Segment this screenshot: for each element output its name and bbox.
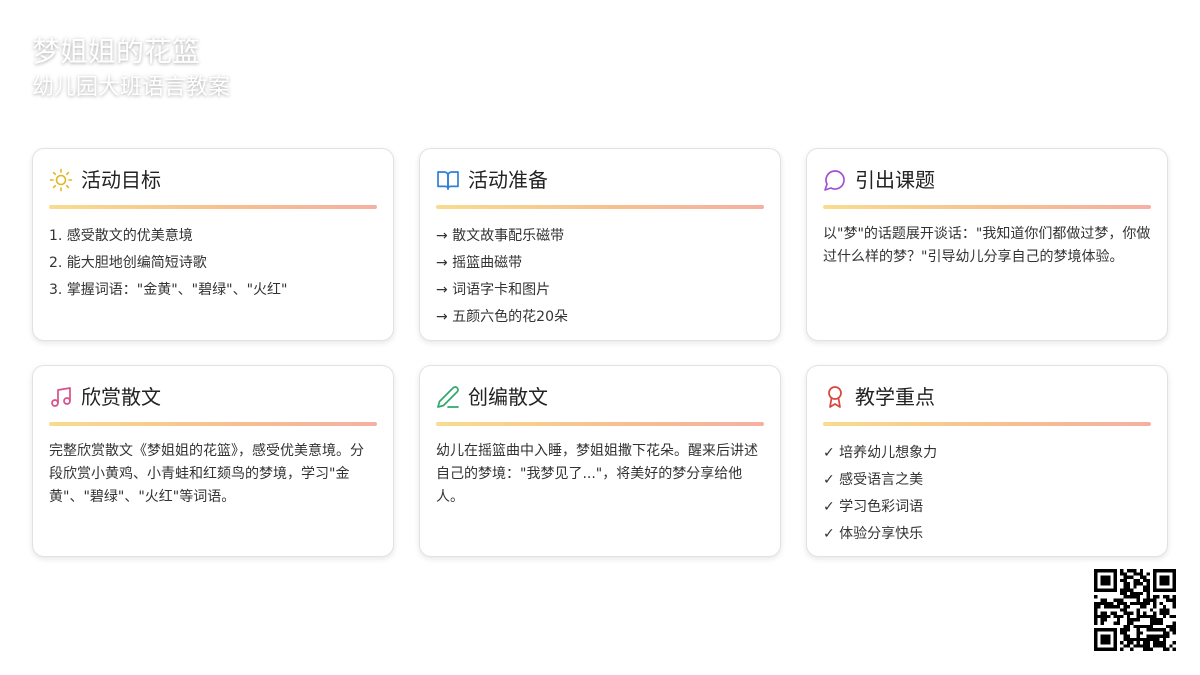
- list-item: ✓ 培养幼儿想象力: [823, 445, 938, 461]
- card-title: 欣赏散文: [81, 385, 161, 409]
- card-header: 活动准备: [436, 165, 764, 195]
- card-appreciate-prose: 欣赏散文 完整欣赏散文《梦姐姐的花篮》，感受优美意境。分段欣赏小黄鸡、小青蛙和红…: [32, 365, 394, 557]
- card-body-text: 完整欣赏散文《梦姐姐的花篮》，感受优美意境。分段欣赏小黄鸡、小青蛙和红颏鸟的梦境…: [49, 443, 364, 505]
- list-item: → 摇篮曲磁带: [436, 255, 523, 271]
- card-header: 欣赏散文: [49, 382, 377, 412]
- qr-code-image: [1094, 569, 1176, 651]
- card-divider: [436, 422, 764, 426]
- page-header: 梦姐姐的花篮 幼儿园大班语言教案: [32, 34, 230, 102]
- card-activity-preparation: 活动准备 → 散文故事配乐磁带 → 摇篮曲磁带 → 词语字卡和图片 → 五颜六色…: [419, 148, 781, 341]
- card-title: 活动准备: [468, 168, 548, 192]
- card-body-text: 幼儿在摇篮曲中入睡，梦姐姐撒下花朵。醒来后讲述自己的梦境："我梦见了..."，将…: [436, 443, 758, 505]
- card-title: 教学重点: [855, 385, 935, 409]
- card-divider: [436, 205, 764, 209]
- list-item: 2. 能大胆地创编简短诗歌: [49, 255, 207, 271]
- music-note-icon: [49, 385, 73, 409]
- card-title: 创编散文: [468, 385, 548, 409]
- list-item: → 五颜六色的花20朵: [436, 309, 568, 325]
- card-activity-goals: 活动目标 1. 感受散文的优美意境 2. 能大胆地创编简短诗歌 3. 掌握词语：…: [32, 148, 394, 341]
- card-header: 活动目标: [49, 165, 377, 195]
- card-title: 活动目标: [81, 168, 161, 192]
- pencil-icon: [436, 385, 460, 409]
- card-grid: 活动目标 1. 感受散文的优美意境 2. 能大胆地创编简短诗歌 3. 掌握词语：…: [32, 148, 1168, 557]
- list-item: ✓ 体验分享快乐: [823, 526, 924, 542]
- card-body: 1. 感受散文的优美意境 2. 能大胆地创编简短诗歌 3. 掌握词语："金黄"、…: [49, 223, 377, 304]
- card-teaching-focus: 教学重点 ✓ 培养幼儿想象力 ✓ 感受语言之美 ✓ 学习色彩词语 ✓ 体验分享快…: [806, 365, 1168, 557]
- list-item: 1. 感受散文的优美意境: [49, 228, 193, 244]
- open-book-icon: [436, 168, 460, 192]
- card-divider: [823, 205, 1151, 209]
- card-body: → 散文故事配乐磁带 → 摇篮曲磁带 → 词语字卡和图片 → 五颜六色的花20朵: [436, 223, 764, 331]
- card-body-text: 以"梦"的话题展开谈话："我知道你们都做过梦，你做过什么样的梦？"引导幼儿分享自…: [823, 226, 1151, 265]
- sun-icon: [49, 168, 73, 192]
- card-header: 教学重点: [823, 382, 1151, 412]
- card-title: 引出课题: [855, 168, 935, 192]
- list-item: 3. 掌握词语："金黄"、"碧绿"、"火红": [49, 282, 288, 298]
- card-divider: [49, 422, 377, 426]
- list-item: ✓ 学习色彩词语: [823, 499, 924, 515]
- chat-bubble-icon: [823, 168, 847, 192]
- card-divider: [49, 205, 377, 209]
- card-body: ✓ 培养幼儿想象力 ✓ 感受语言之美 ✓ 学习色彩词语 ✓ 体验分享快乐: [823, 440, 1151, 548]
- list-item: → 词语字卡和图片: [436, 282, 551, 298]
- list-item: → 散文故事配乐磁带: [436, 228, 565, 244]
- qr-code: [1087, 562, 1183, 658]
- card-header: 创编散文: [436, 382, 764, 412]
- award-ribbon-icon: [823, 385, 847, 409]
- list-item: ✓ 感受语言之美: [823, 472, 924, 488]
- card-introduce-topic: 引出课题 以"梦"的话题展开谈话："我知道你们都做过梦，你做过什么样的梦？"引导…: [806, 148, 1168, 341]
- card-divider: [823, 422, 1151, 426]
- card-header: 引出课题: [823, 165, 1151, 195]
- page-subtitle: 幼儿园大班语言教案: [32, 75, 231, 100]
- page-title: 梦姐姐的花篮: [32, 35, 201, 68]
- card-create-prose: 创编散文 幼儿在摇篮曲中入睡，梦姐姐撒下花朵。醒来后讲述自己的梦境："我梦见了.…: [419, 365, 781, 557]
